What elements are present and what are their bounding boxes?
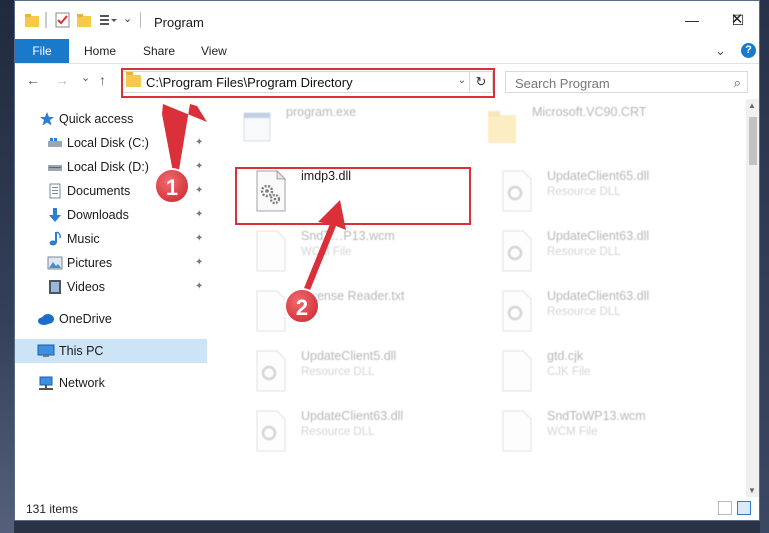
arrow-1 — [162, 104, 207, 172]
close-button[interactable]: ✕ — [714, 0, 760, 38]
step-badge-2: 2 — [284, 288, 320, 324]
step-badge-1: 1 — [154, 168, 190, 204]
annotation-arrows — [162, 104, 346, 300]
arrow-2 — [300, 200, 346, 300]
